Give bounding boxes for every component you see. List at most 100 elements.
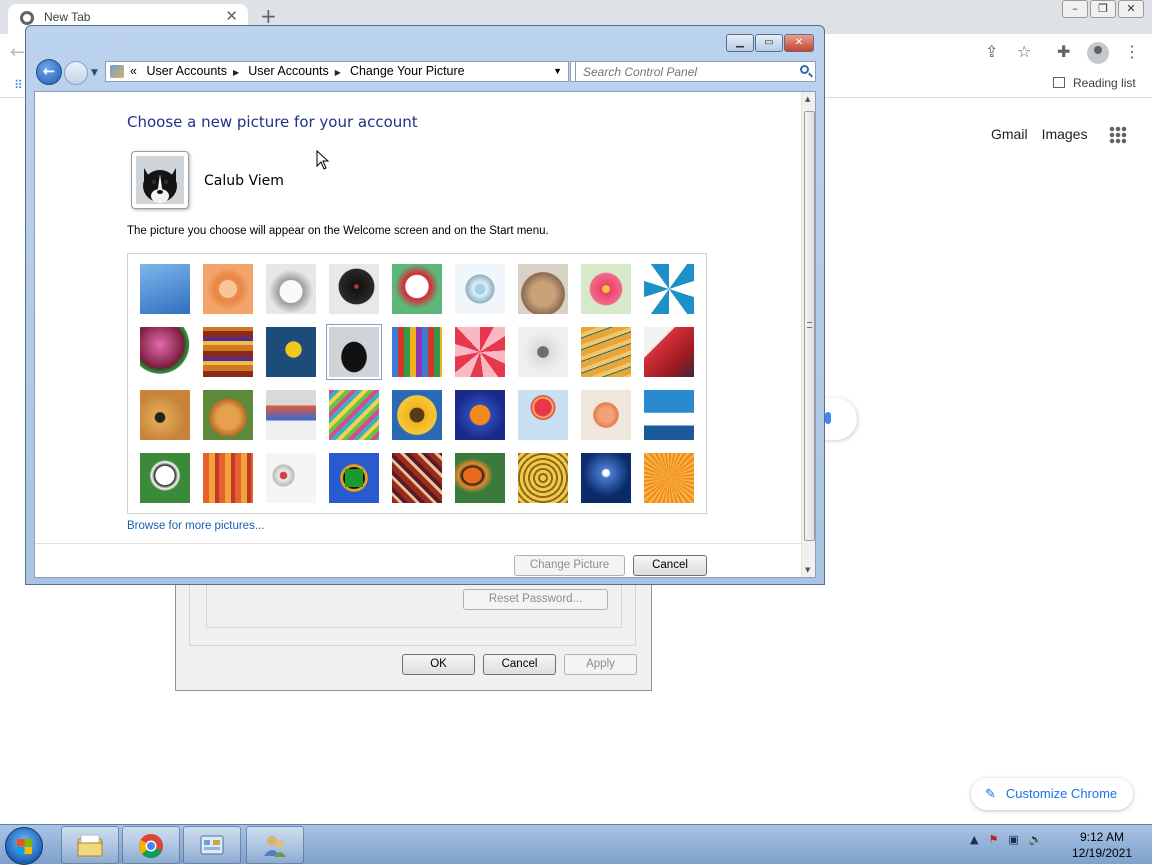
picture-tile-hammock[interactable] xyxy=(329,390,379,440)
apps-shortcut-icon[interactable]: ⠿ xyxy=(14,78,23,92)
picture-tile-red-star[interactable] xyxy=(455,327,505,377)
picture-tile-butterfly[interactable] xyxy=(455,453,505,503)
picture-tile-fabric-stripes[interactable] xyxy=(203,327,253,377)
picture-tile-window[interactable] xyxy=(329,453,379,503)
share-icon[interactable]: ⇪ xyxy=(985,42,998,61)
taskbar-explorer[interactable] xyxy=(61,826,119,864)
picture-tile-rug[interactable] xyxy=(392,453,442,503)
picture-tile-kitten[interactable] xyxy=(518,264,568,314)
breadcrumb-arrow-icon[interactable]: ▶ xyxy=(233,68,239,77)
breadcrumb-arrow-icon[interactable]: ▶ xyxy=(335,68,341,77)
picture-tile-toy-robot[interactable] xyxy=(266,390,316,440)
recent-pages-dropdown-icon[interactable]: ▼ xyxy=(91,68,98,78)
breadcrumb-user-accounts-1[interactable]: User Accounts xyxy=(146,64,227,78)
close-button[interactable]: ✕ xyxy=(784,34,814,52)
picture-tile-lucky-cat[interactable] xyxy=(392,264,442,314)
picture-tile-marbles[interactable] xyxy=(266,453,316,503)
chrome-minimize-button[interactable]: – xyxy=(1062,0,1088,18)
picture-tile-starfish[interactable] xyxy=(203,264,253,314)
taskbar-user-accounts[interactable] xyxy=(246,826,304,864)
caption-buttons: ▁ ▭ ✕ xyxy=(725,34,814,52)
picture-tile-guitar[interactable] xyxy=(140,390,190,440)
scrollbar-grip-icon xyxy=(807,322,812,328)
picture-tile-sunflower[interactable] xyxy=(392,390,442,440)
start-button[interactable] xyxy=(5,827,43,865)
current-picture xyxy=(131,151,189,209)
picture-tile-doll[interactable] xyxy=(581,390,631,440)
picture-tile-crayons[interactable] xyxy=(392,327,442,377)
browse-pictures-link[interactable]: Browse for more pictures... xyxy=(127,520,264,532)
picture-tile-balloon[interactable] xyxy=(518,390,568,440)
picture-tile-jacks[interactable] xyxy=(518,327,568,377)
picture-tile-orange-stripes[interactable] xyxy=(203,453,253,503)
picture-tile-record[interactable] xyxy=(329,264,379,314)
taskbar-chrome[interactable] xyxy=(122,826,180,864)
bookmark-star-icon[interactable]: ☆ xyxy=(1017,42,1031,61)
cancel-button[interactable]: Cancel xyxy=(633,555,707,576)
images-link[interactable]: Images xyxy=(1042,126,1088,142)
reset-password-button[interactable]: Reset Password... xyxy=(463,589,608,610)
google-apps-icon[interactable] xyxy=(1109,126,1127,144)
ok-button[interactable]: OK xyxy=(402,654,475,675)
browser-back-icon[interactable]: ← xyxy=(10,42,25,63)
breadcrumb-user-accounts-2[interactable]: User Accounts xyxy=(248,64,329,78)
chrome-close-button[interactable]: ✕ xyxy=(1118,0,1144,18)
show-hidden-icons-icon[interactable]: ▲ xyxy=(970,833,978,846)
picture-tile-orange-flower[interactable] xyxy=(644,453,694,503)
address-dropdown-icon[interactable]: ▼ xyxy=(553,62,562,81)
back-button[interactable]: ← xyxy=(36,59,62,85)
picture-tile-fish[interactable] xyxy=(455,390,505,440)
picture-tile-sailboat[interactable] xyxy=(644,390,694,440)
picture-tile-lighthouse[interactable] xyxy=(581,453,631,503)
gmail-link[interactable]: Gmail xyxy=(991,126,1028,142)
picture-tile-stairs[interactable] xyxy=(581,327,631,377)
control-panel-window: ▁ ▭ ✕ ← ▼ « User Accounts ▶ User Accounts ▶… xyxy=(25,25,825,585)
search-input[interactable] xyxy=(576,62,791,81)
address-bar[interactable]: « User Accounts ▶ User Accounts ▶ Change You… xyxy=(105,61,569,82)
chrome-restore-button[interactable]: ❐ xyxy=(1090,0,1116,18)
footer-divider xyxy=(35,543,801,544)
scroll-up-icon[interactable]: ▲ xyxy=(805,95,810,103)
customize-chrome-button[interactable]: ✎ Customize Chrome xyxy=(971,778,1134,810)
picture-tile-puppy[interactable] xyxy=(203,390,253,440)
voice-search-icon[interactable] xyxy=(823,398,857,440)
search-box[interactable] xyxy=(575,61,816,82)
forward-button[interactable] xyxy=(64,61,88,85)
picture-tile-paper-crane[interactable] xyxy=(644,327,694,377)
picture-tile-soccer-ball[interactable] xyxy=(140,453,190,503)
picture-tile-leaf[interactable] xyxy=(266,327,316,377)
network-icon[interactable]: ▣ xyxy=(1008,833,1018,846)
reading-list-icon xyxy=(1053,77,1065,88)
pencil-icon: ✎ xyxy=(985,786,996,801)
picture-tile-roller-coaster[interactable] xyxy=(140,264,190,314)
scroll-down-icon[interactable]: ▼ xyxy=(805,566,810,574)
action-center-icon[interactable]: ⚑ xyxy=(988,833,998,846)
picture-tile-dog[interactable] xyxy=(326,324,382,380)
change-picture-button[interactable]: Change Picture xyxy=(514,555,625,576)
scrollbar-thumb[interactable] xyxy=(804,111,815,541)
volume-icon[interactable]: 🔈 xyxy=(1029,833,1043,846)
reading-list-button[interactable]: Reading list xyxy=(1053,76,1136,90)
maximize-button[interactable]: ▭ xyxy=(755,34,783,52)
clock-date: 12/19/2021 xyxy=(1071,846,1133,860)
picture-grid xyxy=(127,253,707,514)
extensions-icon[interactable]: ✚ xyxy=(1057,42,1070,61)
vertical-scrollbar[interactable]: ▲ ▼ xyxy=(801,92,815,577)
profile-icon[interactable] xyxy=(1087,42,1109,64)
tab-close-icon[interactable]: ✕ xyxy=(225,7,238,25)
picture-tile-ball[interactable] xyxy=(140,327,190,377)
chrome-menu-icon[interactable]: ⋮ xyxy=(1124,42,1140,61)
background-cancel-button[interactable]: Cancel xyxy=(483,654,556,675)
taskbar-clock[interactable]: 9:12 AM 12/19/2021 xyxy=(1066,829,1138,861)
picture-tile-pink-flower[interactable] xyxy=(581,264,631,314)
picture-tile-basket[interactable] xyxy=(518,453,568,503)
search-icon[interactable] xyxy=(800,65,809,74)
apply-button[interactable]: Apply xyxy=(564,654,637,675)
picture-tile-pinwheel[interactable] xyxy=(644,264,694,314)
picture-tile-robot-dog[interactable] xyxy=(266,264,316,314)
overflow-chevron-icon[interactable]: « xyxy=(130,64,137,78)
minimize-button[interactable]: ▁ xyxy=(726,34,754,52)
taskbar-control-panel[interactable] xyxy=(183,826,241,864)
picture-tile-gyroscope[interactable] xyxy=(455,264,505,314)
breadcrumb-change-your-picture[interactable]: Change Your Picture xyxy=(350,64,465,78)
